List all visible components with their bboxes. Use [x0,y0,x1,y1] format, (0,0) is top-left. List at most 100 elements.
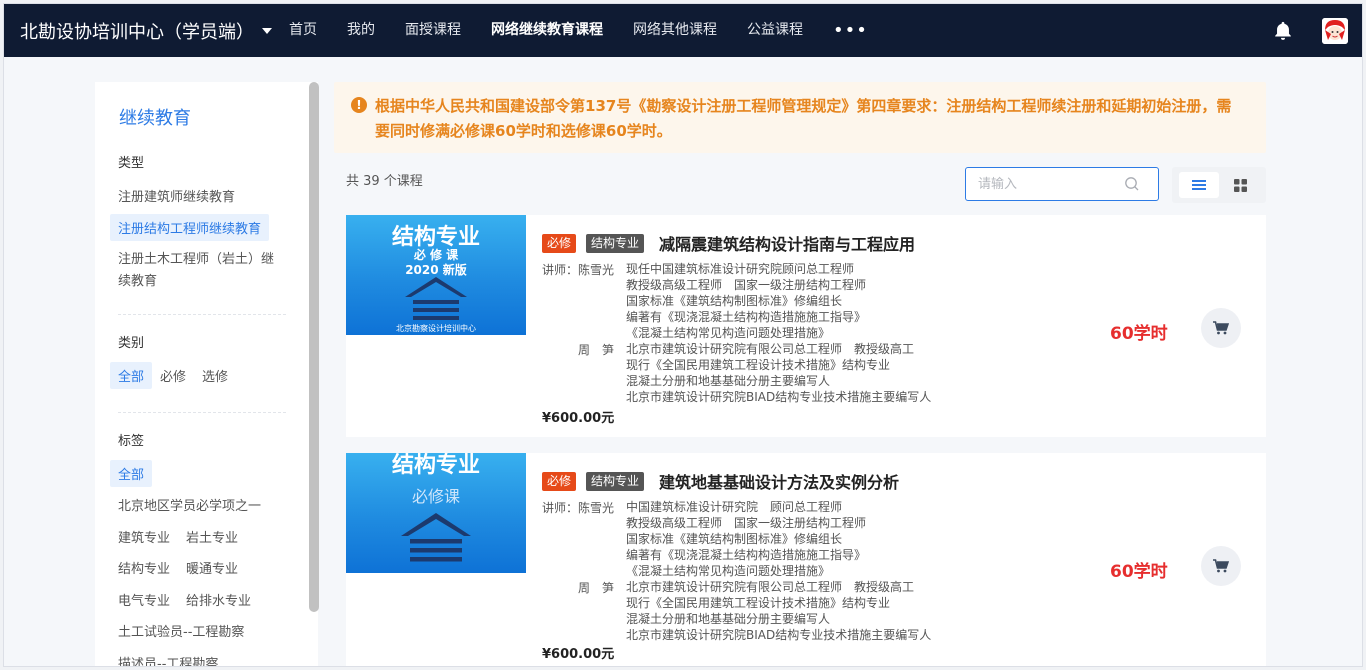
bio-line: 编著有《现浇混凝土结构构造措施施工指导》 [626,548,867,562]
add-to-cart-button[interactable] [1201,308,1241,348]
thumb-title: 结构专业 [391,453,480,478]
bio-line: 混凝土分册和地基基础分册主要编写人 [626,612,831,626]
bio-line: 编著有《现浇混凝土结构构造措施施工指导》 [626,310,867,324]
warning-icon: ! [351,97,367,113]
bio-line: 混凝土分册和地基基础分册主要编写人 [626,374,831,388]
caret-down-icon [262,27,272,34]
bio-line: 教授级高级工程师 国家一级注册结构工程师 [626,516,867,530]
cart-icon [1213,559,1229,573]
bio-line: 中国建筑标准设计研究院 顾问总工程师 [626,500,843,514]
nav-item-home[interactable]: 首页 [274,4,332,57]
type-geotechnical-engineer[interactable]: 注册土木工程师（岩土）继 续教育 [118,248,288,289]
course-hours: 60学时 [1110,562,1168,582]
type-structural-engineer[interactable]: 注册结构工程师继续教育 [110,214,270,241]
type-architect[interactable]: 注册建筑师继续教育 [118,186,235,205]
top-nav: 北勘设协培训中心（学员端） 首页 我的 面授课程 网络继续教育课程 网络其他课程… [4,4,1362,57]
avatar-icon [1322,18,1348,44]
category-badge: 结构专业 [586,472,645,491]
brand-dropdown[interactable]: 北勘设协培训中心（学员端） [4,4,274,57]
bio-line: 现行《全国民用建筑工程设计技术措施》结构专业 [626,596,891,610]
app-frame: 北勘设协培训中心（学员端） 首页 我的 面授课程 网络继续教育课程 网络其他课程… [3,3,1363,667]
nav-item-online-ce-courses[interactable]: 网络继续教育课程 [476,4,618,57]
category-required[interactable]: 必修 [160,366,186,385]
category-badge: 结构专业 [586,234,645,253]
sidebar-divider [118,412,286,413]
bio-line: 北京市建筑设计研究院BIAD结构专业技术措施主要编写人 [626,628,932,642]
bell-icon[interactable] [1272,20,1294,42]
type-geotechnical-line2: 续教育 [118,274,158,289]
search-icon[interactable] [1124,176,1140,192]
add-to-cart-button[interactable] [1201,546,1241,586]
tag-electrical[interactable]: 电气专业 [118,590,170,609]
course-thumbnail[interactable]: 结构专业 必 修 课 2020 新版 北京勘察设计培训中心 [346,215,526,335]
search-box [965,167,1159,201]
tag-plumbing[interactable]: 给排水专业 [186,590,251,609]
course-count: 共 39 个课程 [346,174,423,189]
tag-soil-tester[interactable]: 土工试验员--工程勘察 [118,621,244,640]
tag-describer[interactable]: 描述员--工程勘察 [118,653,218,666]
lecturer-label: 讲师：陈雪光 [542,263,615,277]
tag-heading: 标签 [118,434,145,449]
tag-all[interactable]: 全部 [110,460,153,487]
tag-geotechnical[interactable]: 岩土专业 [186,527,238,546]
co-lecturer-label: 周 笋 [578,343,615,357]
list-view-icon [1192,180,1206,190]
lecturer-label: 讲师：陈雪光 [542,501,615,515]
course-thumbnail[interactable]: 结构专业 必修课 [346,453,526,573]
type-geotechnical-line1: 注册土木工程师（岩土）继 [118,252,275,267]
thumb-subtitle: 必修课 [411,487,460,506]
co-lecturer-bio: 北京市建筑设计研究院有限公司总工程师 教授级高工 现行《全国民用建筑工程设计技术… [626,579,931,643]
bio-line: 教授级高级工程师 国家一级注册结构工程师 [626,278,867,292]
course-card[interactable]: 结构专业 必修课 必修 结构专业 建筑地基基础设计方法及实例分析 讲师：陈雪光 … [346,453,1266,666]
bio-line: 现任中国建筑标准设计研究院顾问总工程师 [626,262,855,276]
lecturer-bio: 现任中国建筑标准设计研究院顾问总工程师 教授级高级工程师 国家一级注册结构工程师… [626,261,866,341]
notice-text: 根据中华人民共和国建设部令第137号《勘察设计注册工程师管理规定》第四章要求：注… [375,97,1232,140]
sidebar-title: 继续教育 [119,108,191,129]
tag-hvac[interactable]: 暖通专业 [186,558,238,577]
brand-title: 北勘设协培训中心（学员端） [20,21,254,43]
course-title[interactable]: 减隔震建筑结构设计指南与工程应用 [659,231,915,255]
filter-sidebar: 继续教育 类型 注册建筑师继续教育 注册结构工程师继续教育 注册土木工程师（岩土… [95,82,318,666]
nav-item-online-other-courses[interactable]: 网络其他课程 [618,4,732,57]
co-lecturer-label: 周 笋 [578,581,615,595]
more-menu-icon[interactable]: ••• [818,4,883,57]
category-elective[interactable]: 选修 [202,366,228,385]
notice-banner: ! 根据中华人民共和国建设部令第137号《勘察设计注册工程师管理规定》第四章要求… [334,82,1266,153]
view-toggle [1172,167,1266,203]
sidebar-divider [118,314,286,315]
course-title[interactable]: 建筑地基基础设计方法及实例分析 [659,469,899,493]
bio-line: 现行《全国民用建筑工程设计技术措施》结构专业 [626,358,891,372]
course-price: ¥600.00元 [542,647,615,662]
thumb-footer: 北京勘察设计培训中心 [396,324,476,333]
bio-line: 北京市建筑设计研究院有限公司总工程师 教授级高工 [626,580,915,594]
building-logo-icon [405,277,467,320]
tag-beijing-required[interactable]: 北京地区学员必学项之一 [118,495,261,514]
lecturer-bio: 中国建筑标准设计研究院 顾问总工程师 教授级高级工程师 国家一级注册结构工程师 … [626,499,866,579]
cart-icon [1213,321,1229,335]
course-price: ¥600.00元 [542,411,615,426]
required-badge: 必修 [542,234,577,253]
bio-line: 北京市建筑设计研究院BIAD结构专业技术措施主要编写人 [626,390,932,404]
tag-architecture[interactable]: 建筑专业 [118,527,170,546]
course-card[interactable]: 结构专业 必 修 课 2020 新版 北京勘察设计培训中心 必修 结构专业 减隔… [346,215,1266,437]
building-logo-icon [401,513,471,562]
bio-line: 《混凝土结构常见构造问题处理措施》 [626,564,831,578]
category-all[interactable]: 全部 [110,362,153,389]
required-badge: 必修 [542,472,577,491]
category-heading: 类别 [118,336,145,351]
user-avatar[interactable] [1322,18,1348,44]
bio-line: 北京市建筑设计研究院有限公司总工程师 教授级高工 [626,342,915,356]
course-hours: 60学时 [1110,324,1168,344]
co-lecturer-bio: 北京市建筑设计研究院有限公司总工程师 教授级高工 现行《全国民用建筑工程设计技术… [626,341,931,405]
search-input[interactable] [978,169,1128,199]
grid-view-button[interactable] [1220,172,1260,198]
list-view-button[interactable] [1179,172,1219,198]
type-heading: 类型 [118,156,145,171]
nav-item-mine[interactable]: 我的 [332,4,390,57]
bio-line: 《混凝土结构常见构造问题处理措施》 [626,326,831,340]
nav-item-public-courses[interactable]: 公益课程 [732,4,818,57]
nav-item-onsite-courses[interactable]: 面授课程 [390,4,476,57]
sidebar-scrollbar[interactable] [309,82,319,612]
bio-line: 国家标准《建筑结构制图标准》修编组长 [626,532,843,546]
tag-structural[interactable]: 结构专业 [118,558,170,577]
